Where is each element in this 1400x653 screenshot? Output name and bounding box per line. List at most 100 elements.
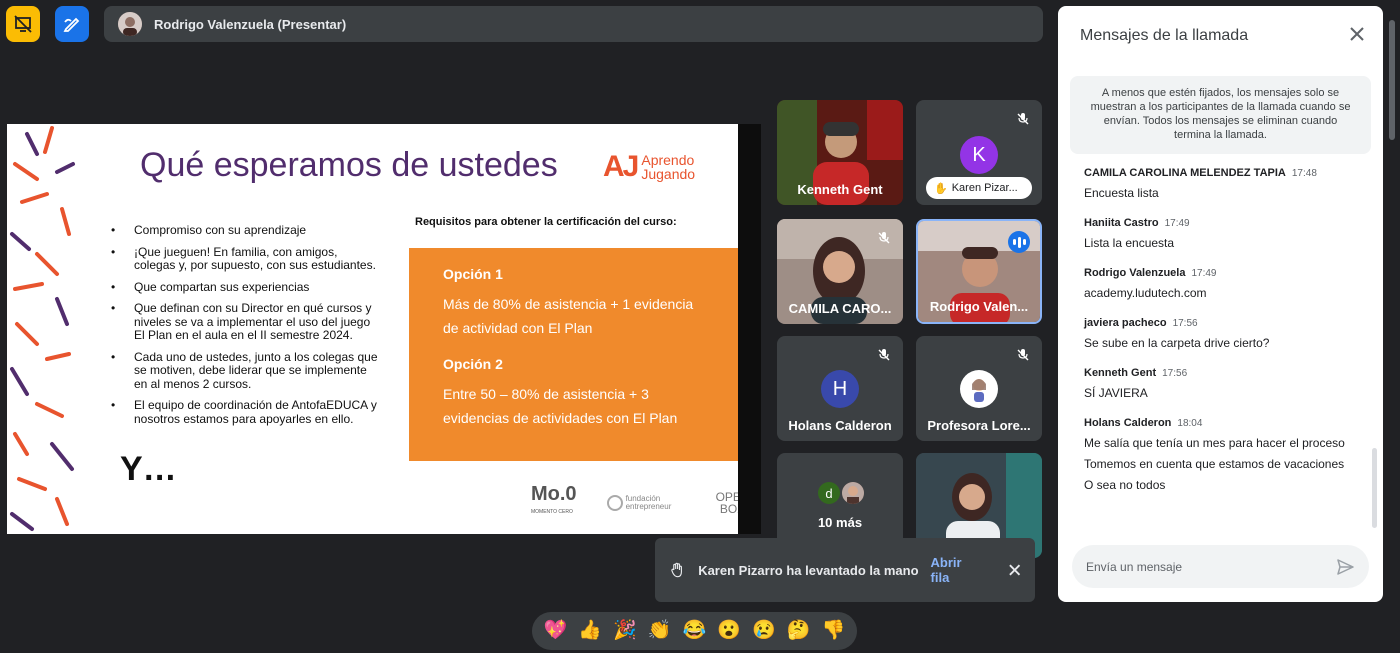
annotate-icon: [63, 17, 80, 32]
slide-edge: [738, 124, 761, 534]
presenter-bar[interactable]: Rodrigo Valenzuela (Presentar): [104, 6, 1043, 42]
bullet-item: Que definan con su Director en qué curso…: [111, 301, 381, 343]
hand-icon: [671, 562, 682, 578]
requirements-title: Requisitos para obtener la certificación…: [415, 216, 677, 228]
message-time: 17:48: [1291, 168, 1317, 179]
presentation-off-icon: [14, 15, 32, 33]
message-text: Encuesta lista: [1084, 186, 1159, 200]
message-time: 17:56: [1172, 318, 1198, 329]
tile-camila[interactable]: CAMILA CARO...: [777, 219, 903, 324]
presenter-name: Rodrigo Valenzuela (Presentar): [154, 16, 347, 32]
participant-name: Kenneth Gent: [797, 182, 883, 197]
option2-title: Opción 2: [443, 356, 503, 372]
slide-closing: Y…: [120, 450, 177, 488]
message-time: 17:56: [1162, 368, 1188, 379]
message-sender: javiera pacheco: [1084, 317, 1167, 329]
bullet-item: Cada uno de ustedes, junto a los colegas…: [111, 350, 381, 392]
fundacion-logo: fundación entrepreneur: [606, 495, 686, 511]
message-sender: CAMILA CAROLINA MELENDEZ TAPIA: [1084, 167, 1286, 179]
annotate-button[interactable]: [55, 6, 89, 42]
avatar: [960, 370, 998, 408]
message-time: 18:04: [1177, 418, 1203, 429]
message-text: Lista la encuesta: [1084, 236, 1175, 250]
reaction-surprised[interactable]: 😮: [717, 621, 741, 641]
open-queue-button[interactable]: Abrir fila: [931, 555, 982, 585]
reactions-bar: 💖 👍 🎉 👏 😂 😮 😢 🤔 👎: [532, 612, 857, 650]
send-icon[interactable]: [1335, 557, 1355, 577]
close-icon[interactable]: [1008, 563, 1021, 577]
speaking-indicator: [1008, 231, 1030, 253]
notification-text: Karen Pizarro ha levantado la mano: [698, 562, 919, 578]
more-count: 10 más: [817, 515, 863, 530]
participant-name: Rodrigo Valen...: [929, 299, 1029, 314]
message-sender: Haniita Castro: [1084, 217, 1159, 229]
message-input[interactable]: [1086, 559, 1335, 574]
message-text: O sea no todos: [1084, 478, 1166, 492]
bullet-item: Que compartan sus experiencias: [111, 280, 381, 295]
footer-logos: Mo.0 MOMENTO CERO fundación entrepreneur …: [531, 483, 738, 521]
close-icon[interactable]: [1349, 26, 1365, 42]
avatar: [842, 482, 864, 504]
message-text: Se sube en la carpeta drive cierto?: [1084, 336, 1270, 350]
reaction-thinking[interactable]: 🤔: [787, 621, 811, 641]
logo-aj: AJ: [603, 150, 639, 183]
message-group: Holans Calderon 18:04 Me salía que tenía …: [1084, 416, 1374, 492]
openbox-logo: OPENBOX: [715, 490, 738, 516]
avatar: d: [818, 482, 840, 504]
avatar: K: [960, 136, 998, 174]
slide-decoration: [10, 126, 75, 531]
chat-notice: A menos que estén fijados, los mensajes …: [1070, 76, 1371, 154]
message-group: CAMILA CAROLINA MELENDEZ TAPIA 17:48 Encu…: [1084, 166, 1374, 200]
message-group: Rodrigo Valenzuela 17:49 academy.ludutech…: [1084, 266, 1374, 300]
logo-text: Aprendo Jugando: [641, 152, 696, 182]
presentation-slide: Qué esperamos de ustedes AJ Aprendo Jugan…: [7, 124, 738, 534]
message-text: academy.ludutech.com: [1084, 286, 1207, 300]
message-group: Haniita Castro 17:49 Lista la encuesta: [1084, 216, 1374, 250]
chat-scrollbar[interactable]: [1372, 448, 1377, 528]
avatar: H: [821, 370, 859, 408]
tile-profesora[interactable]: Profesora Lore...: [916, 336, 1042, 441]
option2-desc: Entre 50 – 80% de asistencia + 3 evidenc…: [443, 386, 678, 426]
reaction-clap[interactable]: 👏: [648, 621, 672, 641]
reaction-thumbs-up[interactable]: 👍: [578, 621, 602, 641]
message-group: Kenneth Gent 17:56 SÍ JAVIERA: [1084, 366, 1374, 400]
bullet-item: El equipo de coordinación de AntofaEDUCA…: [111, 398, 381, 426]
participant-name: Profesora Lore...: [927, 418, 1031, 433]
message-text: Tomemos en cuenta que estamos de vacacio…: [1084, 457, 1345, 471]
reaction-heart[interactable]: 💖: [544, 621, 568, 641]
message-text: Me salía que tenía un mes para hacer el …: [1084, 436, 1345, 450]
reaction-sad[interactable]: 😢: [752, 621, 776, 641]
option1-desc: Más de 80% de asistencia + 1 evidencia d…: [443, 296, 694, 336]
message-sender: Rodrigo Valenzuela: [1084, 267, 1186, 279]
mo0-logo: Mo.0 MOMENTO CERO: [531, 483, 577, 515]
chat-panel: Mensajes de la llamada A menos que estén…: [1058, 6, 1383, 602]
message-text: SÍ JAVIERA: [1084, 386, 1148, 400]
aprendo-jugando-logo: AJ Aprendo Jugando: [603, 150, 695, 184]
tile-rodrigo[interactable]: Rodrigo Valen...: [916, 219, 1042, 324]
mic-off-icon: [1017, 349, 1029, 361]
reaction-laugh[interactable]: 😂: [683, 621, 707, 641]
participant-name: Karen Pizar...: [951, 182, 1018, 194]
tile-holans[interactable]: H Holans Calderon: [777, 336, 903, 441]
requirements-box: Opción 1 Más de 80% de asistencia + 1 ev…: [409, 248, 738, 461]
presenter-avatar: [118, 12, 142, 36]
message-composer: [1072, 545, 1369, 588]
reaction-thumbs-down[interactable]: 👎: [822, 621, 846, 641]
mic-off-icon: [878, 349, 890, 361]
tile-karen[interactable]: K ✋ Karen Pizar...: [916, 100, 1042, 205]
message-sender: Holans Calderon: [1084, 417, 1172, 429]
participant-name: CAMILA CARO...: [788, 301, 892, 316]
page-scrollbar[interactable]: [1389, 20, 1395, 140]
presentation-off-button[interactable]: [6, 6, 40, 42]
message-time: 17:49: [1191, 268, 1217, 279]
participant-name: Holans Calderon: [788, 418, 892, 433]
message-group: javiera pacheco 17:56 Se sube en la carpe…: [1084, 316, 1374, 350]
option1-title: Opción 1: [443, 266, 503, 282]
reaction-party[interactable]: 🎉: [613, 621, 637, 641]
message-sender: Kenneth Gent: [1084, 367, 1157, 379]
mic-off-icon: [1017, 113, 1029, 125]
chat-title: Mensajes de la llamada: [1080, 27, 1249, 44]
hand-icon: ✋: [934, 182, 948, 195]
bullet-item: Compromiso con su aprendizaje: [111, 223, 381, 238]
tile-kenneth[interactable]: Kenneth Gent: [777, 100, 903, 205]
